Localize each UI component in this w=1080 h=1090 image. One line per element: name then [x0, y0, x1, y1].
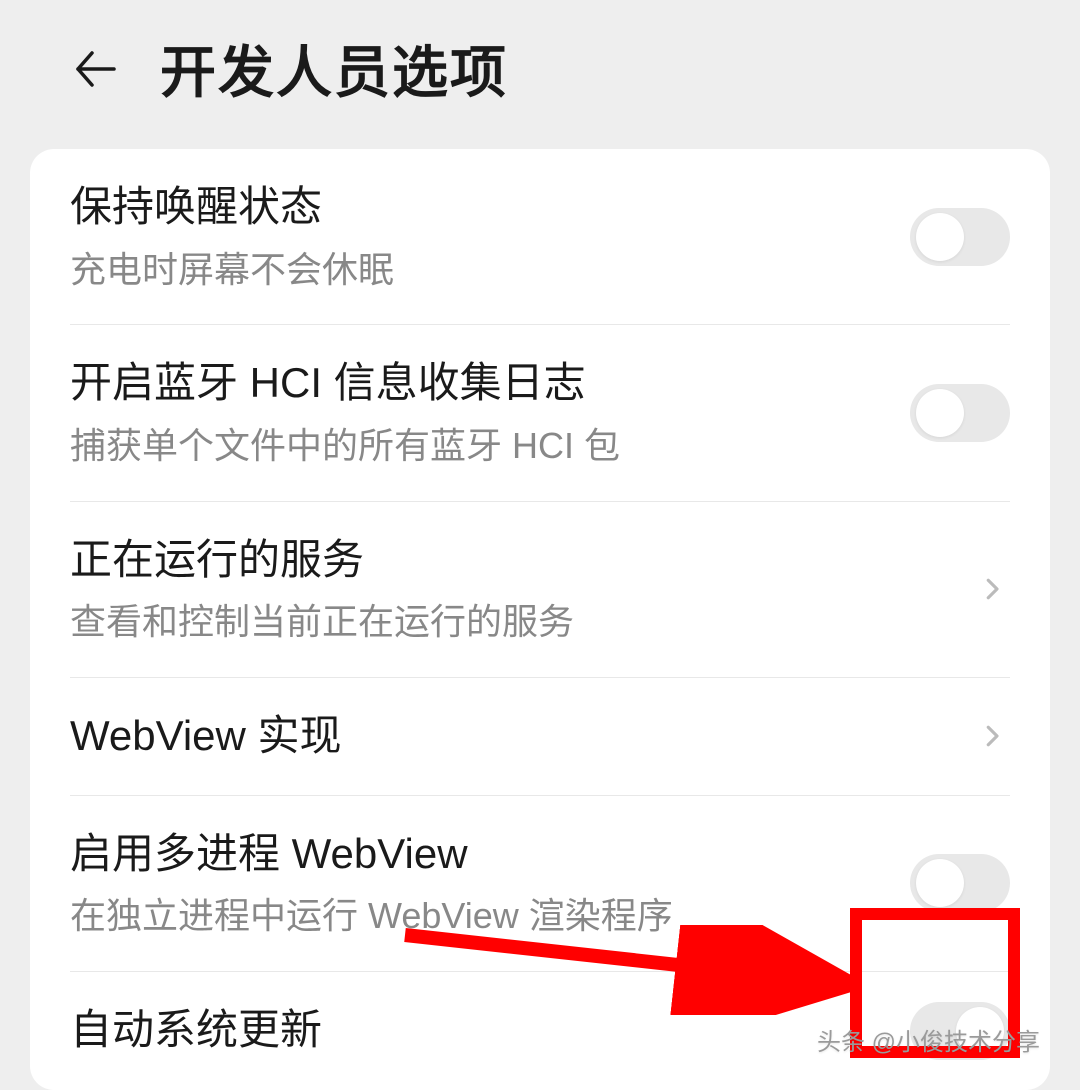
row-text: 自动系统更新	[70, 1002, 910, 1059]
row-title: 启用多进程 WebView	[70, 826, 890, 883]
row-multiprocess-webview[interactable]: 启用多进程 WebView 在独立进程中运行 WebView 渲染程序	[70, 796, 1010, 972]
page-title: 开发人员选项	[160, 28, 508, 109]
row-title: 自动系统更新	[70, 1002, 890, 1059]
row-title: WebView 实现	[70, 708, 954, 765]
row-subtitle: 捕获单个文件中的所有蓝牙 HCI 包	[70, 422, 890, 471]
row-subtitle: 在独立进程中运行 WebView 渲染程序	[70, 892, 890, 941]
row-text: 启用多进程 WebView 在独立进程中运行 WebView 渲染程序	[70, 826, 910, 941]
chevron-right-icon	[974, 571, 1010, 607]
settings-card: 保持唤醒状态 充电时屏幕不会休眠 开启蓝牙 HCI 信息收集日志 捕获单个文件中…	[30, 149, 1050, 1090]
row-subtitle: 查看和控制当前正在运行的服务	[70, 598, 954, 647]
toggle-switch[interactable]	[910, 384, 1010, 442]
row-running-services[interactable]: 正在运行的服务 查看和控制当前正在运行的服务	[70, 502, 1010, 678]
row-text: 开启蓝牙 HCI 信息收集日志 捕获单个文件中的所有蓝牙 HCI 包	[70, 355, 910, 470]
row-title: 开启蓝牙 HCI 信息收集日志	[70, 355, 890, 412]
page-header: 开发人员选项	[0, 0, 1080, 149]
watermark-text: 头条 @小俊技术分享	[817, 1022, 1040, 1057]
row-bluetooth-hci-log[interactable]: 开启蓝牙 HCI 信息收集日志 捕获单个文件中的所有蓝牙 HCI 包	[70, 325, 1010, 501]
row-webview-impl[interactable]: WebView 实现	[70, 678, 1010, 796]
toggle-switch[interactable]	[910, 854, 1010, 912]
toggle-switch[interactable]	[910, 208, 1010, 266]
row-text: 正在运行的服务 查看和控制当前正在运行的服务	[70, 532, 974, 647]
chevron-right-icon	[974, 718, 1010, 754]
row-text: 保持唤醒状态 充电时屏幕不会休眠	[70, 179, 910, 294]
row-title: 正在运行的服务	[70, 532, 954, 589]
row-subtitle: 充电时屏幕不会休眠	[70, 246, 890, 295]
row-title: 保持唤醒状态	[70, 179, 890, 236]
row-stay-awake[interactable]: 保持唤醒状态 充电时屏幕不会休眠	[70, 149, 1010, 325]
row-text: WebView 实现	[70, 708, 974, 765]
back-arrow-icon[interactable]	[72, 45, 120, 93]
